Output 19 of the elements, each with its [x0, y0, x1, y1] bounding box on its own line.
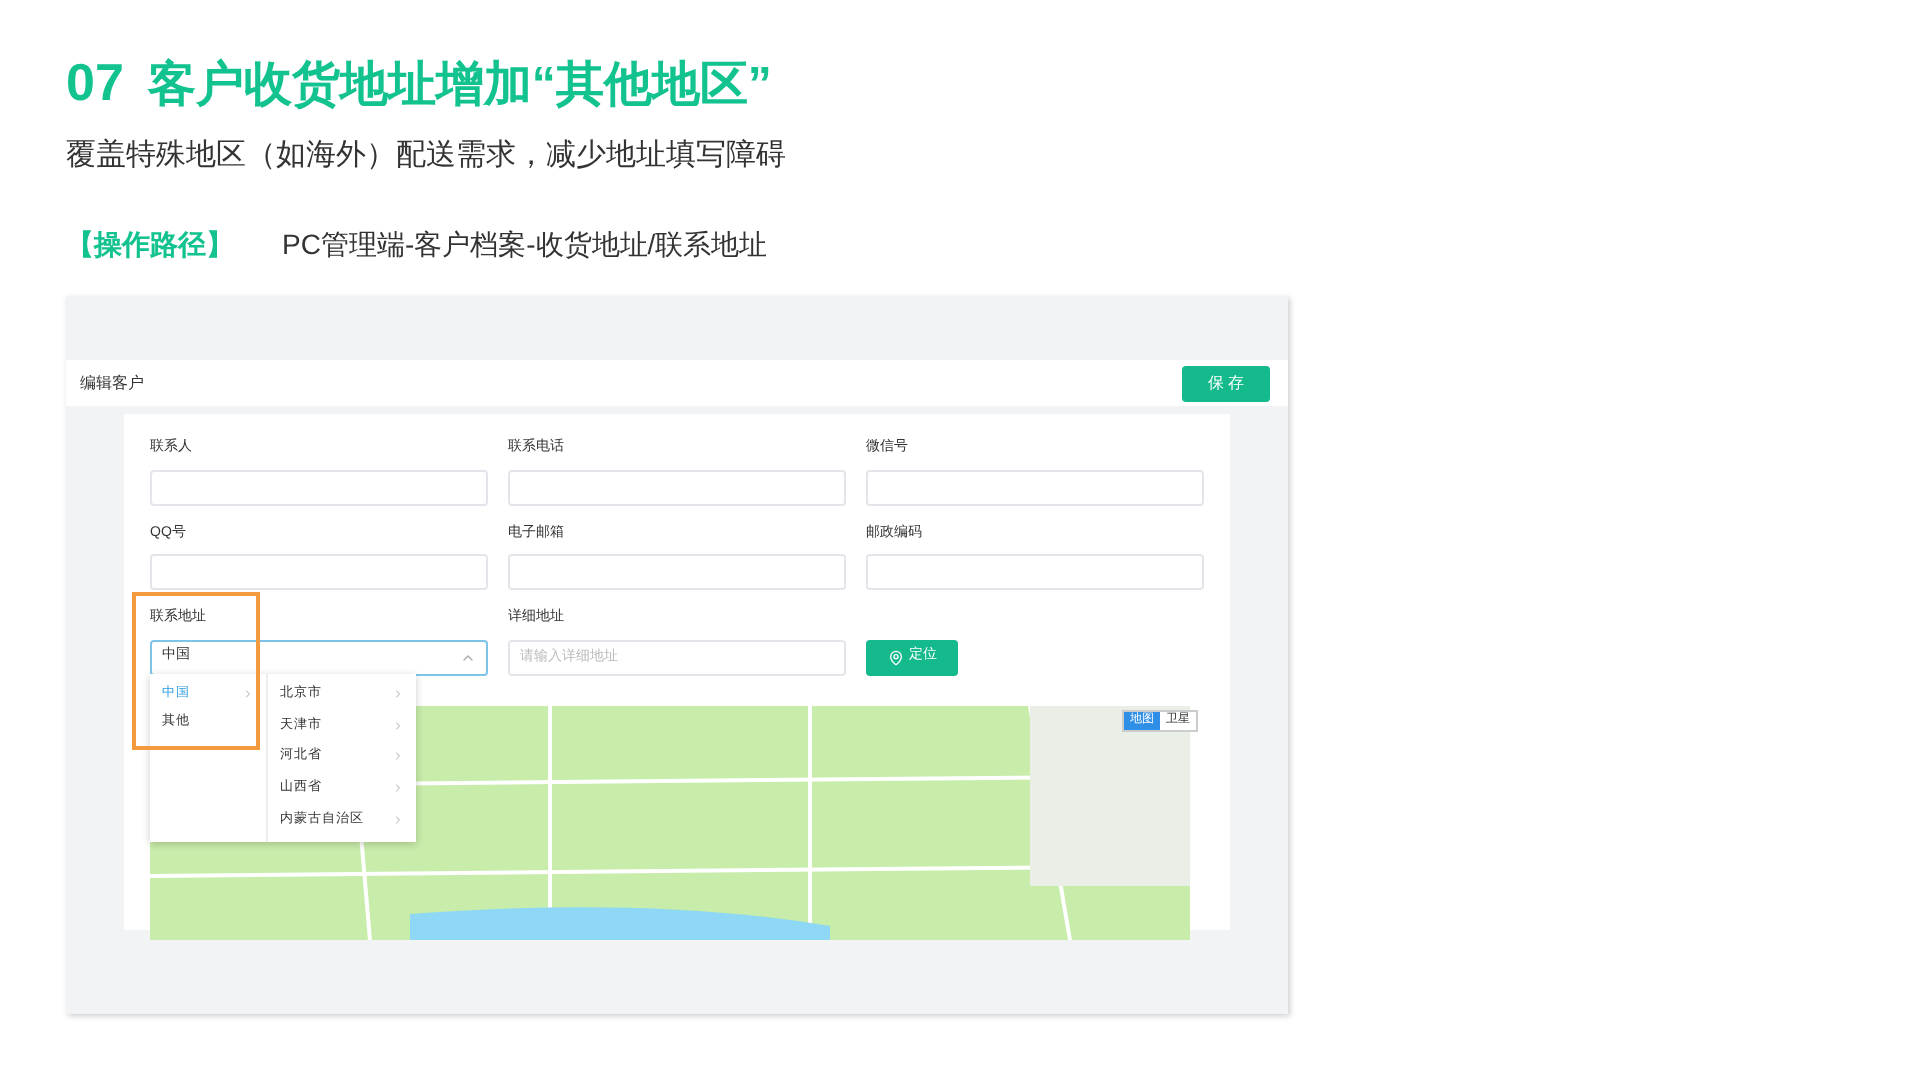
section-number: 07 [66, 50, 124, 116]
pin-icon [887, 649, 903, 665]
chevron-right-icon [392, 719, 404, 732]
input-field[interactable] [150, 554, 488, 590]
chevron-right-icon [242, 687, 254, 699]
input-field[interactable] [150, 469, 488, 505]
chevron-right-icon [392, 781, 404, 794]
page-title: 编辑客户 [80, 371, 144, 395]
chevron-right-icon [392, 813, 404, 826]
path-label: 【操作路径】 [66, 225, 234, 263]
input-field[interactable] [508, 469, 846, 505]
path-value: PC管理端-客户档案-收货地址/联系地址 [282, 225, 768, 263]
subtitle: 覆盖特殊地区（如海外）配送需求，减少地址填写障碍 [64, 136, 788, 176]
section-title: 客户收货地址增加“其他地区” [147, 56, 772, 116]
input-field[interactable] [866, 554, 1204, 590]
input-field[interactable] [866, 469, 1204, 505]
chevron-right-icon [392, 687, 404, 700]
chevron-right-icon [392, 750, 404, 763]
input-field[interactable] [508, 554, 846, 590]
